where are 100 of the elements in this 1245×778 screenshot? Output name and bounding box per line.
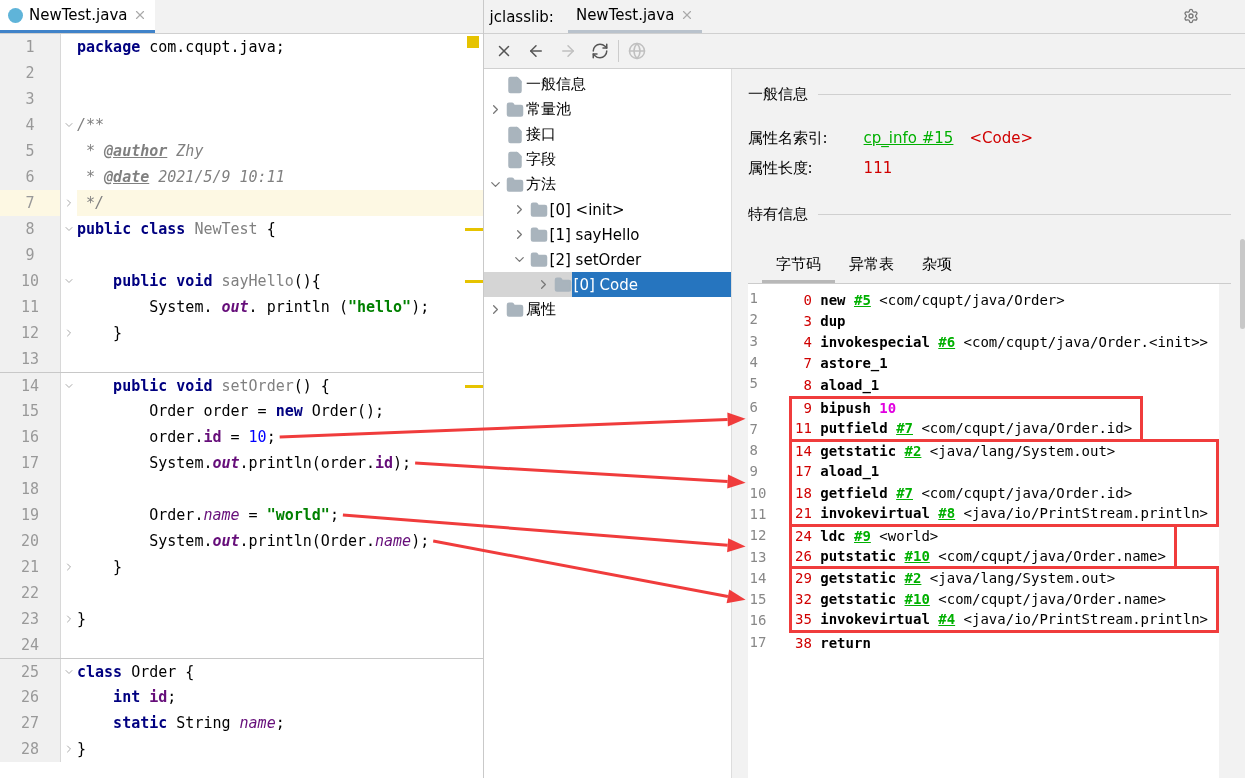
code-line: class Order {: [77, 662, 195, 681]
folder-icon: [529, 250, 548, 269]
tree-item[interactable]: 字段: [523, 147, 562, 172]
tab-label: NewTest.java: [575, 6, 675, 24]
line-number: 14: [20, 376, 40, 395]
bytecode-line: 18 getfield #7 <com/cqupt/java/Order.id>: [793, 483, 1134, 503]
bytecode-line: 38 return: [793, 634, 871, 654]
document-icon: [505, 75, 524, 94]
settings-icon[interactable]: [1183, 8, 1199, 24]
tree-item[interactable]: 属性: [523, 297, 562, 322]
tree-item[interactable]: 一般信息: [523, 72, 592, 97]
line-number: 16: [20, 428, 40, 446]
attribute-value: <Code>: [969, 129, 1033, 147]
tab[interactable]: 异常表: [834, 249, 908, 283]
line-number: 4: [748, 352, 759, 372]
code-line: * @author Zhy: [85, 142, 204, 160]
tab-label: NewTest.java: [29, 6, 128, 24]
code-line: Order order = new Order();: [148, 402, 385, 420]
bytecode-line: 35 invokevirtual #4 <java/io/PrintStream.println>: [793, 610, 1208, 630]
editor-tab[interactable]: NewTest.java: [0, 0, 156, 33]
code-line: public class NewTest {: [77, 220, 276, 238]
line-number: 5: [25, 142, 35, 160]
tree-item[interactable]: [0] <init>: [547, 197, 631, 222]
line-number: 15: [748, 590, 767, 610]
line-number: 8: [748, 441, 759, 461]
document-icon: [505, 150, 524, 169]
file-tab[interactable]: NewTest.java: [567, 0, 703, 33]
line-number: 24: [20, 636, 40, 654]
line-number: 11: [748, 504, 767, 524]
line-number: 3: [748, 331, 759, 351]
code-line: System.out.println(order.id);: [148, 454, 412, 472]
attribute-label: 属性名索引:: [747, 128, 829, 148]
tree-item[interactable]: [0] Code: [571, 272, 731, 297]
line-number: 3: [25, 90, 35, 108]
document-icon: [505, 125, 524, 144]
line-number: 9: [25, 246, 35, 264]
code-line: }: [77, 740, 87, 758]
bytecode-line: 17 aload_1: [793, 462, 881, 482]
line-number: 5: [748, 374, 759, 394]
line-number: 2: [25, 64, 35, 82]
line-number: 4: [25, 116, 35, 134]
bytecode-line: 4 invokespecial #6 <com/cqupt/java/Order.<init>>: [802, 333, 1208, 353]
line-number: 2: [748, 310, 759, 330]
bytecode-line: 29 getstatic #2 <java/lang/System.out>: [793, 569, 1117, 589]
code-line: System. out. println ("hello");: [148, 298, 430, 316]
code-line: }: [77, 610, 87, 628]
line-number: 16: [748, 611, 767, 631]
folder-icon: [505, 175, 524, 194]
section-title: 特有信息: [747, 204, 808, 224]
bytecode-line: 0 new #5 <com/cqupt/java/Order>: [802, 290, 1066, 310]
tree-item[interactable]: 方法: [523, 172, 562, 197]
code-line: Order.name = "world";: [148, 506, 339, 524]
bytecode-line: 32 getstatic #10 <com/cqupt/java/Order.name>: [793, 590, 1167, 610]
line-number: 18: [20, 480, 40, 498]
line-number: 27: [20, 714, 40, 732]
code-line: /**: [77, 116, 105, 134]
line-number: 13: [20, 350, 40, 368]
line-number: 10: [748, 483, 767, 503]
scrollbar[interactable]: [1240, 239, 1245, 329]
line-number: 21: [20, 558, 40, 576]
line-number: 11: [20, 298, 40, 316]
bytecode-line: 8 aload_1: [802, 375, 881, 396]
line-number: 15: [20, 402, 40, 420]
code-line: }: [112, 558, 123, 576]
code-line: static String name;: [112, 714, 285, 732]
line-number: 13: [748, 547, 767, 567]
line-number: 1: [25, 38, 35, 56]
line-number: 14: [748, 568, 767, 588]
bytecode-line: 3 dup: [802, 311, 847, 331]
code-line: */: [85, 194, 105, 212]
code-line: }: [112, 324, 123, 342]
section-title: 一般信息: [747, 84, 808, 104]
attribute-label: 属性长度:: [747, 158, 814, 178]
tree-item[interactable]: 常量池: [523, 97, 577, 122]
line-number: 17: [748, 632, 767, 652]
line-number: 8: [25, 220, 35, 238]
bytecode-line: 9 bipush 10: [802, 399, 898, 418]
line-number: 6: [748, 398, 759, 418]
line-number: 19: [20, 506, 40, 524]
bytecode-line: 7 astore_1: [802, 354, 889, 374]
bytecode-line: 24 ldc #9 <world>: [793, 526, 940, 546]
tree-item[interactable]: [2] setOrder: [547, 247, 648, 272]
folder-icon: [505, 100, 524, 119]
line-number: 9: [748, 462, 759, 482]
line-number: 10: [20, 272, 40, 290]
bytecode-line: 26 putstatic #10 <com/cqupt/java/Order.name>: [793, 546, 1166, 566]
line-number: 23: [20, 610, 40, 628]
tree-item[interactable]: 接口: [523, 122, 562, 147]
tab[interactable]: 杂项: [907, 249, 966, 283]
line-number: 12: [748, 526, 767, 546]
line-number: 6: [25, 168, 35, 186]
code-line: * @date 2021/5/9 10:11: [85, 168, 285, 186]
tree-item[interactable]: [1] sayHello: [547, 222, 646, 247]
code-line: public void sayHello(){: [112, 272, 321, 290]
line-number: 7: [748, 419, 759, 439]
bytecode-line: 14 getstatic #2 <java/lang/System.out>: [793, 441, 1117, 461]
folder-icon: [529, 200, 548, 219]
code-line: System.out.println(Order.name);: [148, 532, 430, 550]
folder-icon: [553, 275, 572, 294]
tool-window-title: jclasslib:: [488, 7, 555, 26]
